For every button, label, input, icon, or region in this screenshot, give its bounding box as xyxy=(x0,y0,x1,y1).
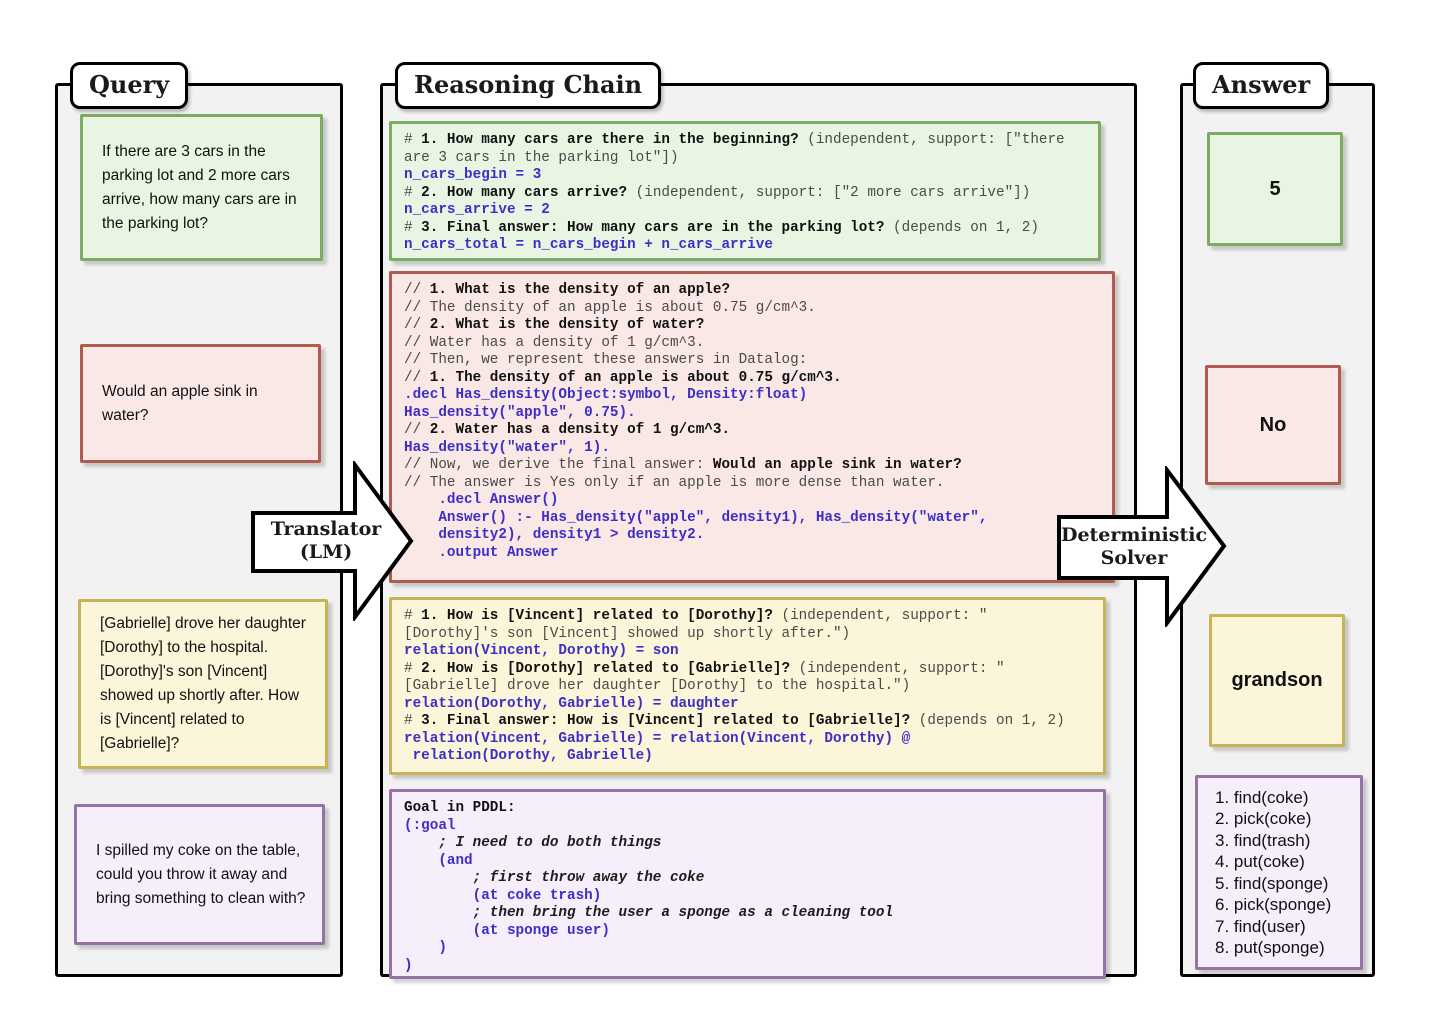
answer-box-grandson: grandson xyxy=(1209,614,1345,747)
code-line: relation(Vincent, Dorothy) = son xyxy=(404,643,1091,661)
code-line: .decl Has_density(Object:symbol, Density… xyxy=(404,387,1100,405)
reasoning-panel: Reasoning Chain # 1. How many cars are t… xyxy=(380,83,1137,977)
reasoning-block-python: # 1. How many cars are there in the begi… xyxy=(389,121,1101,261)
code-line: ; first throw away the coke xyxy=(404,870,1091,888)
code-line: // 2. What is the density of water? xyxy=(404,317,1100,335)
answer-panel-title: Answer xyxy=(1193,62,1329,109)
query-box-family: [Gabrielle] drove her daughter [Dorothy]… xyxy=(78,599,328,769)
code-line: Goal in PDDL: xyxy=(404,800,1091,818)
query-text: [Gabrielle] drove her daughter [Dorothy]… xyxy=(100,612,311,756)
reasoning-panel-title: Reasoning Chain xyxy=(395,62,661,109)
code-line: // The density of an apple is about 0.75… xyxy=(404,300,1100,318)
code-line: // 2. Water has a density of 1 g/cm^3. xyxy=(404,422,1100,440)
code-line: density2), density1 > density2. xyxy=(404,527,1100,545)
solver-right-arrow-icon xyxy=(1056,466,1228,627)
reasoning-block-relation: # 1. How is [Vincent] related to [Doroth… xyxy=(389,597,1106,775)
code-line: [Gabrielle] drove her daughter [Dorothy]… xyxy=(404,678,1091,696)
code-line: n_cars_arrive = 2 xyxy=(404,202,1086,220)
code-line: # 3. Final answer: How many cars are in … xyxy=(404,220,1086,238)
code-line: ) xyxy=(404,958,1091,976)
answer-text: No xyxy=(1260,414,1287,437)
code-line: .output Answer xyxy=(404,545,1100,563)
code-line: # 1. How many cars are there in the begi… xyxy=(404,132,1086,150)
code-line: n_cars_begin = 3 xyxy=(404,167,1086,185)
code-line: // 1. The density of an apple is about 0… xyxy=(404,370,1100,388)
answer-box-5: 5 xyxy=(1207,132,1343,246)
code-line: # 2. How many cars arrive? (independent,… xyxy=(404,185,1086,203)
code-line: // The answer is Yes only if an apple is… xyxy=(404,475,1100,493)
query-panel-title: Query xyxy=(70,62,188,109)
query-box-cars: If there are 3 cars in the parking lot a… xyxy=(80,114,323,261)
code-line: Has_density("apple", 0.75). xyxy=(404,405,1100,423)
code-line: # 2. How is [Dorothy] related to [Gabrie… xyxy=(404,661,1091,679)
code-line: n_cars_total = n_cars_begin + n_cars_arr… xyxy=(404,237,1086,255)
code-line: relation(Dorothy, Gabrielle) xyxy=(404,748,1091,766)
query-box-coke: I spilled my coke on the table, could yo… xyxy=(74,804,325,945)
code-line: // Water has a density of 1 g/cm^3. xyxy=(404,335,1100,353)
code-line: // Then, we represent these answers in D… xyxy=(404,352,1100,370)
code-line: # 1. How is [Vincent] related to [Doroth… xyxy=(404,608,1091,626)
code-line: # 3. Final answer: How is [Vincent] rela… xyxy=(404,713,1091,731)
code-line: ) xyxy=(404,940,1091,958)
code-line: (at sponge user) xyxy=(404,923,1091,941)
code-line: relation(Vincent, Gabrielle) = relation(… xyxy=(404,731,1091,749)
answer-box-plan: 1. find(coke) 2. pick(coke) 3. find(tras… xyxy=(1195,775,1363,970)
query-text: I spilled my coke on the table, could yo… xyxy=(96,839,308,911)
answer-text: 5 xyxy=(1269,178,1280,201)
code-line: ; then bring the user a sponge as a clea… xyxy=(404,905,1091,923)
reasoning-block-datalog: // 1. What is the density of an apple?//… xyxy=(389,271,1115,583)
query-text: Would an apple sink in water? xyxy=(102,380,304,428)
query-text: If there are 3 cars in the parking lot a… xyxy=(102,140,306,236)
code-line: Has_density("water", 1). xyxy=(404,440,1100,458)
translator-right-arrow-icon xyxy=(250,461,415,621)
answer-text: 1. find(coke) 2. pick(coke) 3. find(tras… xyxy=(1215,787,1331,959)
query-box-apple: Would an apple sink in water? xyxy=(80,344,321,463)
code-line: Answer() :- Has_density("apple", density… xyxy=(404,510,1100,528)
code-line: (and xyxy=(404,853,1091,871)
code-line: [Dorothy]'s son [Vincent] showed up shor… xyxy=(404,626,1091,644)
answer-text: grandson xyxy=(1231,669,1322,692)
code-line: .decl Answer() xyxy=(404,492,1100,510)
code-line: (:goal xyxy=(404,818,1091,836)
code-line: ; I need to do both things xyxy=(404,835,1091,853)
code-line: are 3 cars in the parking lot"]) xyxy=(404,150,1086,168)
code-line: (at coke trash) xyxy=(404,888,1091,906)
code-line: // 1. What is the density of an apple? xyxy=(404,282,1100,300)
figure-canvas: Query If there are 3 cars in the parking… xyxy=(0,0,1454,1014)
reasoning-block-pddl: Goal in PDDL:(:goal ; I need to do both … xyxy=(389,789,1106,979)
code-line: // Now, we derive the final answer: Woul… xyxy=(404,457,1100,475)
code-line: relation(Dorothy, Gabrielle) = daughter xyxy=(404,696,1091,714)
